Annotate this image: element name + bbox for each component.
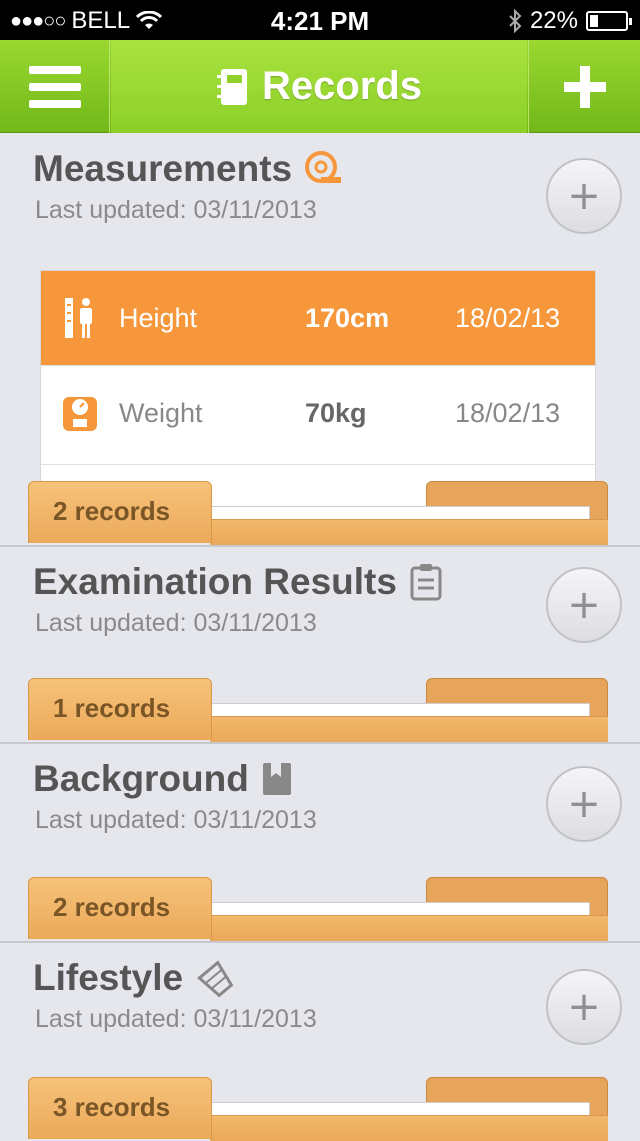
- row-divider: [41, 464, 595, 465]
- records-folder[interactable]: 3 records: [28, 1077, 608, 1141]
- measurement-value: 170cm: [305, 302, 390, 333]
- last-updated: Last updated: 03/11/2013: [35, 1005, 317, 1033]
- records-folder[interactable]: 2 records: [28, 481, 608, 545]
- list-item[interactable]: Height 170cm 18/02/13: [41, 271, 595, 365]
- menu-button[interactable]: [0, 40, 110, 133]
- battery-percent: 22%: [529, 7, 578, 34]
- tape-measure-icon: [305, 151, 342, 183]
- records-count: 2 records: [53, 496, 171, 526]
- section-lifestyle[interactable]: Lifestyle Last updated: 03/11/2013 + 3 r…: [0, 943, 640, 1141]
- last-updated: Last updated: 03/11/2013: [35, 196, 317, 224]
- battery-icon: [586, 11, 632, 31]
- add-measurement-button[interactable]: +: [546, 158, 622, 234]
- records-folder[interactable]: 2 records: [28, 877, 608, 941]
- clipboard-icon: [410, 564, 442, 601]
- nav-title-text: Records: [261, 64, 423, 108]
- measurement-date: 18/02/13: [455, 302, 561, 333]
- bluetooth-icon: [509, 9, 522, 33]
- height-icon: [65, 298, 92, 338]
- records-folder[interactable]: 1 records: [28, 678, 608, 742]
- add-examination-button[interactable]: +: [546, 567, 622, 643]
- section-title: Examination Results: [33, 561, 443, 603]
- last-updated: Last updated: 03/11/2013: [35, 609, 317, 637]
- section-title: Background: [33, 758, 293, 800]
- add-lifestyle-button[interactable]: +: [546, 969, 622, 1045]
- measurement-value: 70kg: [305, 397, 367, 428]
- section-background[interactable]: Background Last updated: 03/11/2013 + 2 …: [0, 744, 640, 942]
- weight-scale-icon: [63, 397, 97, 431]
- records-count: 3 records: [53, 1092, 171, 1122]
- add-background-button[interactable]: +: [546, 766, 622, 842]
- plus-icon: [563, 65, 606, 108]
- list-item[interactable]: Weight 70kg 18/02/13: [41, 366, 595, 460]
- add-button[interactable]: [528, 40, 640, 133]
- measurement-name: Height: [119, 302, 198, 333]
- measurement-date: 18/02/13: [455, 397, 561, 428]
- section-examination-results[interactable]: Examination Results Last updated: 03/11/…: [0, 547, 640, 743]
- cup-icon: [197, 960, 234, 998]
- records-count: 2 records: [53, 892, 171, 922]
- nav-bar: Records: [0, 40, 640, 133]
- book-icon: [262, 763, 291, 795]
- notebook-icon: [216, 68, 247, 105]
- status-bar: ●●●○○ BELL 4:21 PM 22%: [0, 0, 640, 40]
- records-count: 1 records: [53, 693, 171, 723]
- section-title: Measurements: [33, 148, 344, 190]
- section-title: Lifestyle: [33, 957, 235, 999]
- page-title: Records: [111, 40, 527, 133]
- last-updated: Last updated: 03/11/2013: [35, 806, 317, 834]
- measurement-name: Weight: [119, 397, 203, 428]
